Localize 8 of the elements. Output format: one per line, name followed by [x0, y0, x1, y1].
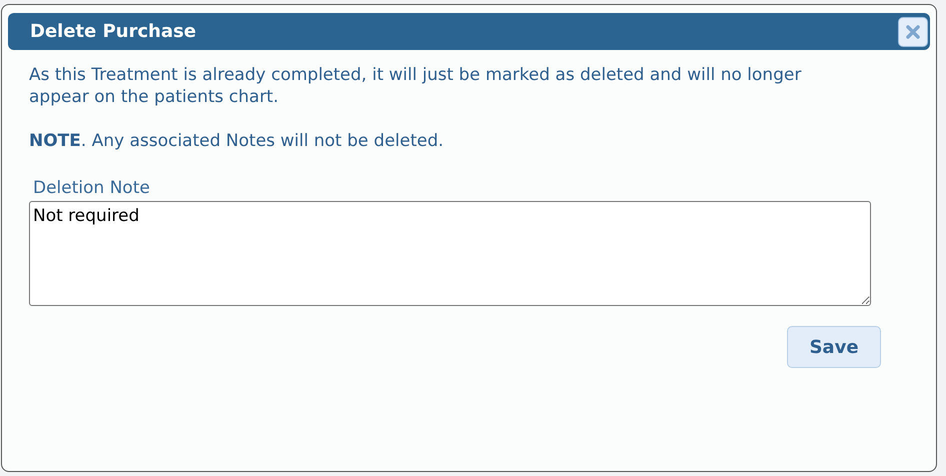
close-icon: [906, 24, 920, 38]
close-button[interactable]: [898, 16, 928, 46]
message-text: As this Treatment is already completed, it will just be marked as deleted and will no longer appear on the patients chart.: [29, 64, 802, 108]
save-button[interactable]: Save: [787, 326, 881, 368]
note-text: NOTE. Any associated Notes will not be deleted.: [29, 130, 445, 152]
dialog-title: Delete Purchase: [30, 21, 196, 42]
field-label: Deletion Note: [33, 177, 151, 199]
deletion-note-field[interactable]: Not required: [29, 201, 871, 306]
